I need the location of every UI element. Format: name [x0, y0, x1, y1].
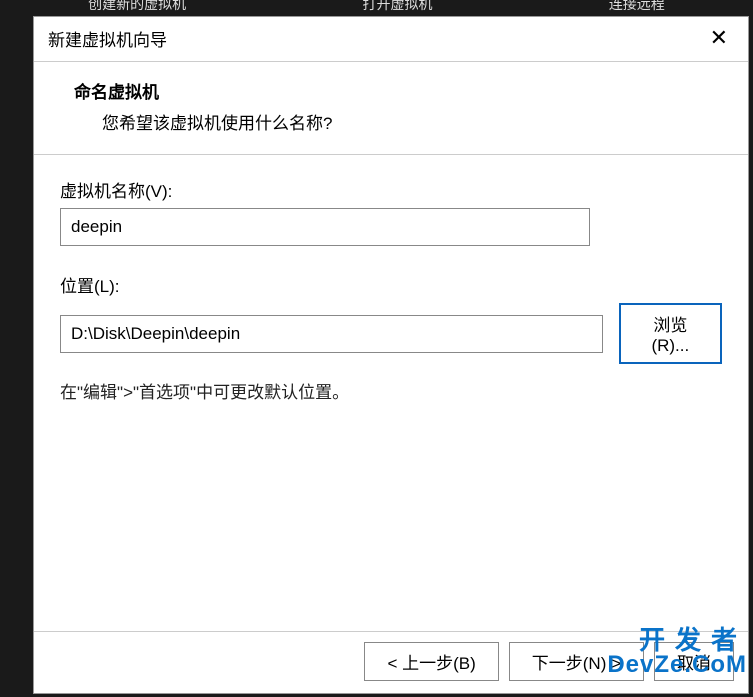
wizard-step-subtitle: 您希望该虚拟机使用什么名称?	[102, 109, 718, 134]
next-button[interactable]: 下一步(N) >	[509, 642, 644, 681]
vm-name-label: 虚拟机名称(V):	[60, 177, 722, 202]
dialog-title-bar: 新建虚拟机向导 ✕	[34, 17, 748, 62]
new-vm-wizard-dialog: 新建虚拟机向导 ✕ 命名虚拟机 您希望该虚拟机使用什么名称? 虚拟机名称(V):…	[33, 16, 749, 694]
wizard-footer: < 上一步(B) 下一步(N) > 取消	[34, 631, 748, 693]
cancel-button[interactable]: 取消	[654, 642, 734, 681]
wizard-header: 命名虚拟机 您希望该虚拟机使用什么名称?	[34, 62, 748, 155]
background-toolbar: 创建新的虚拟机 打开虚拟机 连接远程	[0, 0, 753, 16]
vm-location-input[interactable]	[60, 315, 603, 353]
bg-item-open: 打开虚拟机	[362, 0, 432, 16]
wizard-step-title: 命名虚拟机	[74, 78, 718, 103]
close-button[interactable]: ✕	[704, 25, 734, 51]
vm-location-label: 位置(L):	[60, 272, 722, 297]
wizard-content: 虚拟机名称(V): 位置(L): 浏览(R)... 在"编辑">"首选项"中可更…	[34, 155, 748, 631]
close-icon: ✕	[710, 25, 728, 50]
back-button[interactable]: < 上一步(B)	[364, 642, 498, 681]
bg-item-connect: 连接远程	[609, 0, 665, 16]
vm-name-input[interactable]	[60, 208, 590, 246]
bg-item-create: 创建新的虚拟机	[88, 0, 186, 16]
browse-button[interactable]: 浏览(R)...	[619, 303, 722, 364]
location-hint: 在"编辑">"首选项"中可更改默认位置。	[60, 378, 722, 403]
dialog-title: 新建虚拟机向导	[48, 26, 167, 51]
